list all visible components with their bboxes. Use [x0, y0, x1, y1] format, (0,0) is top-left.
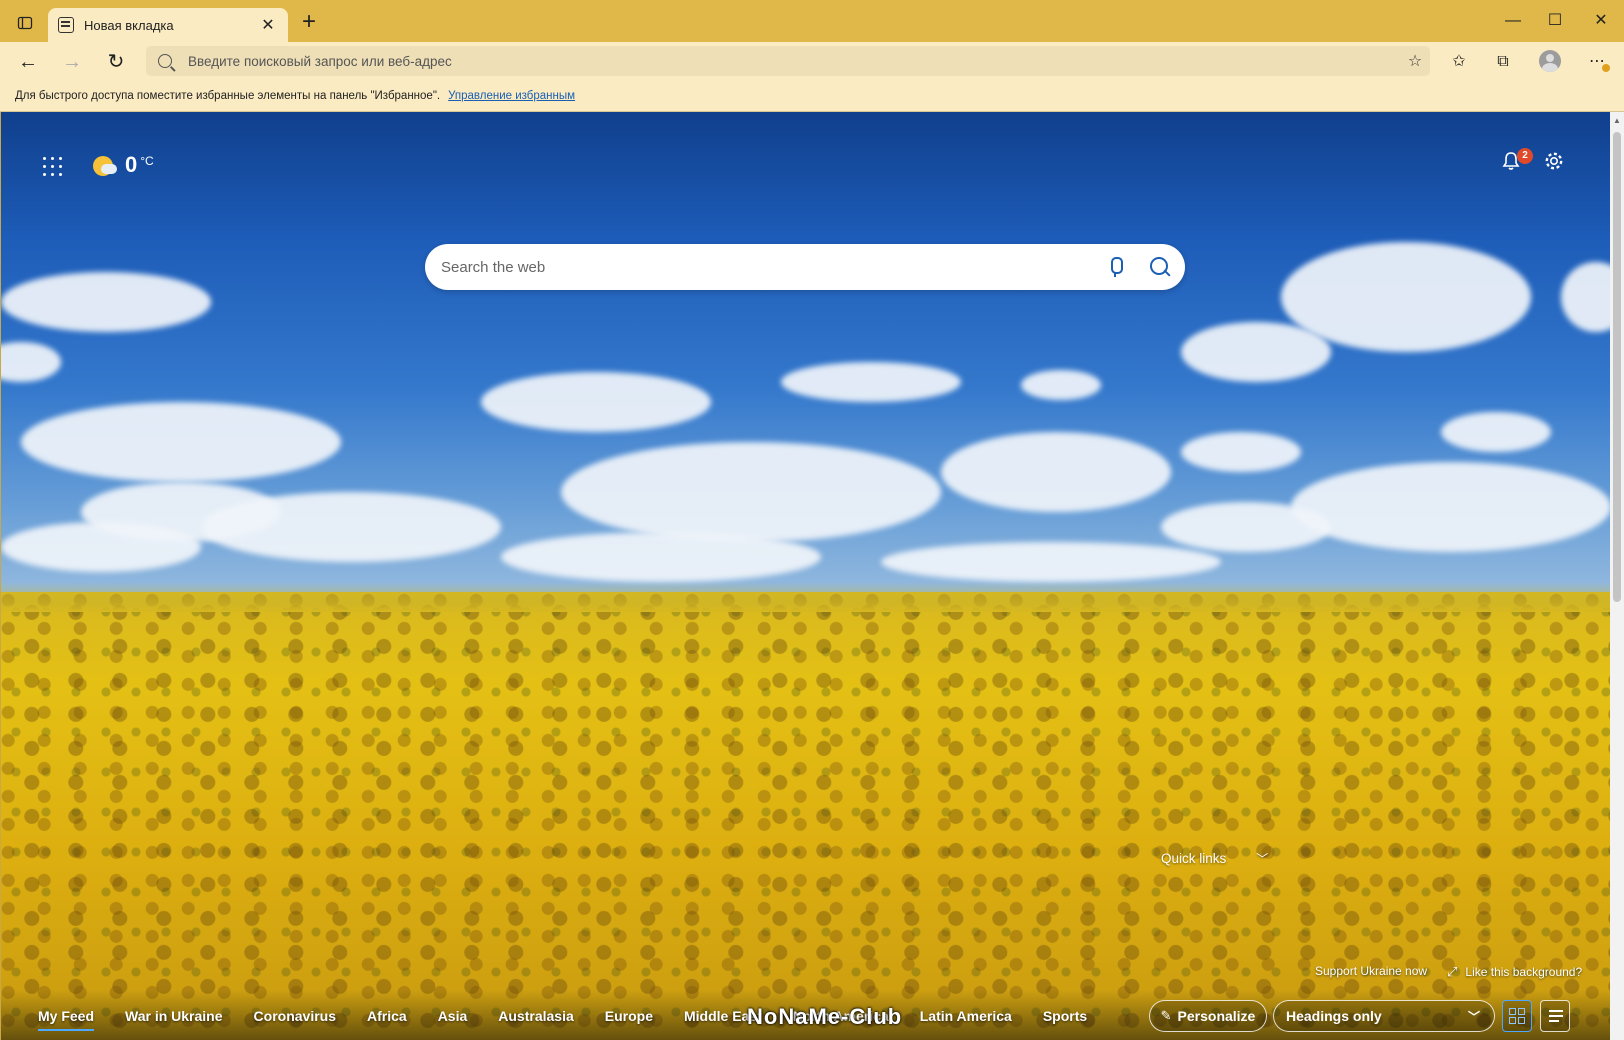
cloud: [481, 372, 711, 432]
feed-tab-sports[interactable]: Sports: [1043, 1008, 1087, 1031]
microphone-icon[interactable]: [1103, 255, 1127, 279]
feed-tab-my-feed[interactable]: My Feed: [38, 1008, 95, 1031]
favorites-icon[interactable]: ✩: [1444, 48, 1474, 76]
search-input[interactable]: Search the web: [441, 259, 1103, 276]
like-background-label: Like this background?: [1465, 965, 1583, 979]
temperature-unit: °C: [140, 154, 154, 168]
chevron-down-icon: ﹀: [1256, 852, 1269, 866]
cloud: [561, 442, 941, 542]
quick-links-label: Quick links: [1161, 851, 1227, 866]
personalize-button[interactable]: ✎ Personalize: [1149, 1000, 1267, 1032]
temperature-value: 0: [125, 152, 138, 177]
manage-favorites-link[interactable]: Управление избранным: [448, 90, 575, 102]
feed-tabs: My Feed War in Ukraine Coronavirus Africa As…: [38, 1008, 1118, 1031]
search-icon[interactable]: [1147, 255, 1171, 279]
forward-icon[interactable]: →: [58, 48, 86, 76]
update-indicator-icon: [1602, 64, 1610, 72]
cloud: [781, 362, 961, 402]
web-search-box[interactable]: Search the web: [425, 244, 1185, 290]
more-options-icon[interactable]: ⋯: [1582, 48, 1612, 76]
title-bar: Новая вкладка ✕ + — ☐ ✕: [0, 0, 1624, 42]
cloud: [201, 492, 501, 562]
quick-links-toggle[interactable]: Quick links ﹀: [1161, 850, 1268, 867]
cloud: [1281, 242, 1531, 352]
watermark-text: NoNaMe-Club: [747, 1004, 903, 1029]
page-scrollbar[interactable]: ▲: [1610, 112, 1624, 1040]
cloud: [1021, 370, 1101, 400]
tab-close-icon[interactable]: ✕: [258, 15, 278, 35]
feed-tab-asia[interactable]: Asia: [438, 1008, 468, 1031]
new-tab-button[interactable]: +: [296, 10, 322, 36]
apps-launcher-icon[interactable]: [43, 157, 63, 177]
scroll-up-icon[interactable]: ▲: [1612, 116, 1622, 126]
layout-selected-value: Headings only: [1286, 1008, 1382, 1024]
settings-gear-icon[interactable]: [1542, 150, 1566, 174]
newtab-page: 0 °C 2 Search the web Quick links ﹀ Supp…: [0, 112, 1610, 1040]
maximize-icon[interactable]: ☐: [1540, 8, 1570, 34]
feed-tab-australasia[interactable]: Australasia: [498, 1008, 573, 1031]
favorites-bar: Для быстрого доступа поместите избранные…: [0, 80, 1624, 112]
cloud: [1, 522, 201, 572]
partly-sunny-icon: [93, 156, 117, 176]
cloud: [501, 532, 821, 582]
add-favorite-icon[interactable]: ☆: [1400, 51, 1430, 71]
cloud: [1441, 412, 1551, 452]
profile-avatar[interactable]: [1539, 50, 1561, 72]
feed-tab-latin-america[interactable]: Latin America: [920, 1008, 1012, 1031]
feed-tab-war-in-ukraine[interactable]: War in Ukraine: [125, 1008, 223, 1031]
favorites-hint: Для быстрого доступа поместите избранные…: [15, 89, 441, 102]
cloud: [1161, 502, 1331, 552]
feed-tab-coronavirus[interactable]: Coronavirus: [254, 1008, 336, 1031]
personalize-label: Personalize: [1177, 1008, 1256, 1024]
address-bar[interactable]: Введите поисковый запрос или веб-адрес ☆: [146, 46, 1430, 76]
like-background-button[interactable]: ⤢ Like this background?: [1447, 964, 1582, 980]
weather-widget[interactable]: 0 °C: [93, 152, 154, 178]
notification-badge: 2: [1517, 148, 1533, 164]
scrollbar-thumb[interactable]: [1613, 132, 1621, 602]
support-ukraine-link[interactable]: Support Ukraine now: [1315, 964, 1427, 978]
feed-tab-africa[interactable]: Africa: [367, 1008, 407, 1031]
cloud: [1181, 432, 1301, 472]
cloud: [1, 272, 211, 332]
address-placeholder: Введите поисковый запрос или веб-адрес: [188, 53, 452, 69]
tab-title: Новая вкладка: [84, 17, 174, 33]
expand-icon: ⤢: [1447, 964, 1458, 979]
pencil-icon: ✎: [1160, 1008, 1172, 1023]
address-search-icon: [158, 54, 172, 68]
cloud: [1291, 462, 1610, 552]
cloud: [941, 432, 1171, 512]
refresh-icon[interactable]: ↻: [102, 48, 130, 76]
grid-view-icon[interactable]: [1502, 1000, 1532, 1032]
feed-tab-europe[interactable]: Europe: [605, 1008, 653, 1031]
list-view-icon[interactable]: [1540, 1000, 1570, 1032]
collections-icon[interactable]: ⧉: [1488, 48, 1518, 76]
feed-navigation: My Feed War in Ukraine Coronavirus Africa As…: [1, 990, 1610, 1040]
tab-actions-icon[interactable]: [14, 12, 36, 34]
tab-new-tab[interactable]: Новая вкладка ✕: [48, 8, 288, 42]
newtab-favicon-icon: [58, 17, 74, 33]
back-icon[interactable]: ←: [14, 48, 42, 76]
toolbar: ← → ↻ Введите поисковый запрос или веб-а…: [0, 42, 1624, 80]
minimize-icon[interactable]: —: [1498, 8, 1528, 34]
chevron-down-icon: ﹀: [1467, 1009, 1480, 1024]
close-window-icon[interactable]: ✕: [1586, 8, 1616, 34]
cloud: [21, 402, 341, 482]
background-horizon: [1, 582, 1610, 612]
cloud: [881, 542, 1221, 582]
feed-layout-select[interactable]: Headings only ﹀: [1273, 1000, 1495, 1032]
